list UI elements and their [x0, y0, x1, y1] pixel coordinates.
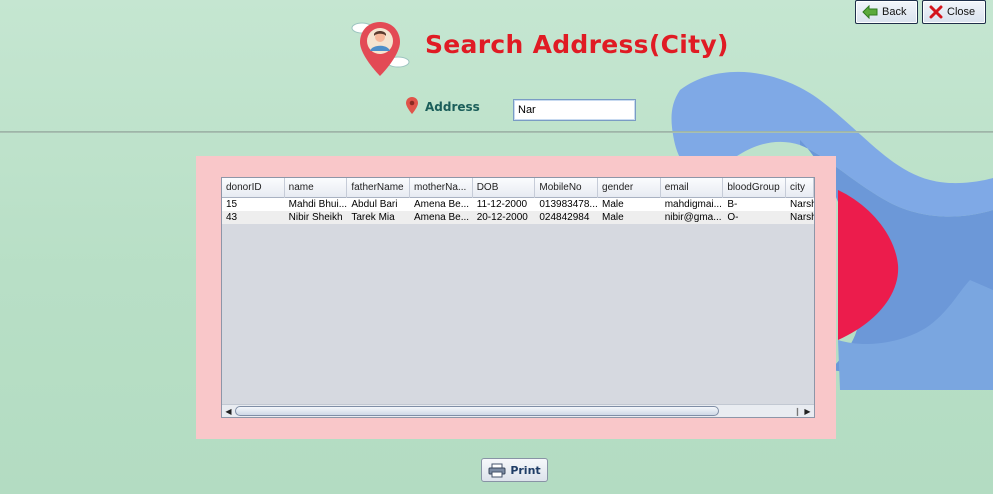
table-cell[interactable]: Abdul Bari — [347, 198, 410, 211]
table-cell[interactable]: Narsh — [786, 198, 814, 211]
table-cell[interactable]: B- — [723, 198, 786, 211]
table-cell[interactable]: Male — [598, 198, 661, 211]
table-cell[interactable]: Nibir Sheikh — [285, 211, 348, 224]
section-divider — [0, 131, 993, 133]
location-person-icon — [351, 22, 410, 76]
table-row[interactable]: 15 Mahdi Bhui... Abdul Bari Amena Be... … — [222, 198, 814, 211]
page-title: Search Address(City) — [425, 30, 729, 59]
table-cell[interactable]: 43 — [222, 211, 285, 224]
column-header-mothername[interactable]: motherNa... — [410, 178, 473, 198]
scroll-left-icon[interactable]: ◀ — [223, 406, 234, 417]
table-cell[interactable]: O- — [723, 211, 786, 224]
table-cell[interactable]: Mahdi Bhui... — [285, 198, 348, 211]
address-label: Address — [425, 100, 480, 114]
column-header-email[interactable]: email — [661, 178, 724, 198]
table-cell[interactable]: Narsh — [786, 211, 814, 224]
table-cell[interactable]: 20-12-2000 — [473, 211, 536, 224]
close-x-icon — [929, 5, 943, 19]
table-cell[interactable]: nibir@gma... — [661, 211, 724, 224]
table-body: 15 Mahdi Bhui... Abdul Bari Amena Be... … — [222, 198, 814, 224]
back-button-label: Back — [882, 6, 907, 18]
printer-icon — [488, 463, 506, 477]
address-search-input[interactable] — [513, 99, 636, 121]
column-header-gender[interactable]: gender — [598, 178, 661, 198]
column-header-fathername[interactable]: fatherName — [347, 178, 411, 198]
results-table[interactable]: donorID name fatherName motherNa... DOB … — [221, 177, 815, 418]
column-header-donorid[interactable]: donorID — [222, 178, 285, 198]
table-cell[interactable]: mahdigmai... — [661, 198, 724, 211]
table-cell[interactable]: Amena Be... — [410, 211, 473, 224]
print-button-label: Print — [510, 463, 541, 477]
table-cell[interactable]: 013983478... — [535, 198, 598, 211]
scroll-right-icon[interactable]: ▶ — [802, 406, 813, 417]
column-header-bloodgroup[interactable]: bloodGroup — [723, 178, 787, 198]
print-button[interactable]: Print — [481, 458, 548, 482]
close-button[interactable]: Close — [922, 0, 986, 24]
table-cell[interactable]: Male — [598, 211, 661, 224]
back-arrow-icon — [862, 5, 878, 19]
table-cell[interactable]: 15 — [222, 198, 285, 211]
horizontal-scrollbar[interactable]: ◀ ❙ ▶ — [222, 404, 814, 417]
table-cell[interactable]: 11-12-2000 — [473, 198, 536, 211]
table-cell[interactable]: Tarek Mia — [347, 211, 410, 224]
table-header: donorID name fatherName motherNa... DOB … — [222, 178, 815, 198]
column-header-dob[interactable]: DOB — [473, 178, 536, 198]
column-header-name[interactable]: name — [285, 178, 348, 198]
map-pin-icon — [406, 97, 418, 114]
column-header-city[interactable]: city — [786, 178, 815, 198]
back-button[interactable]: Back — [855, 0, 918, 24]
table-row[interactable]: 43 Nibir Sheikh Tarek Mia Amena Be... 20… — [222, 211, 814, 224]
table-cell[interactable]: Amena Be... — [410, 198, 473, 211]
scrollbar-thumb[interactable] — [235, 406, 719, 416]
close-button-label: Close — [947, 6, 976, 18]
table-cell[interactable]: 024842984 — [535, 211, 598, 224]
column-header-mobileno[interactable]: MobileNo — [535, 178, 599, 198]
